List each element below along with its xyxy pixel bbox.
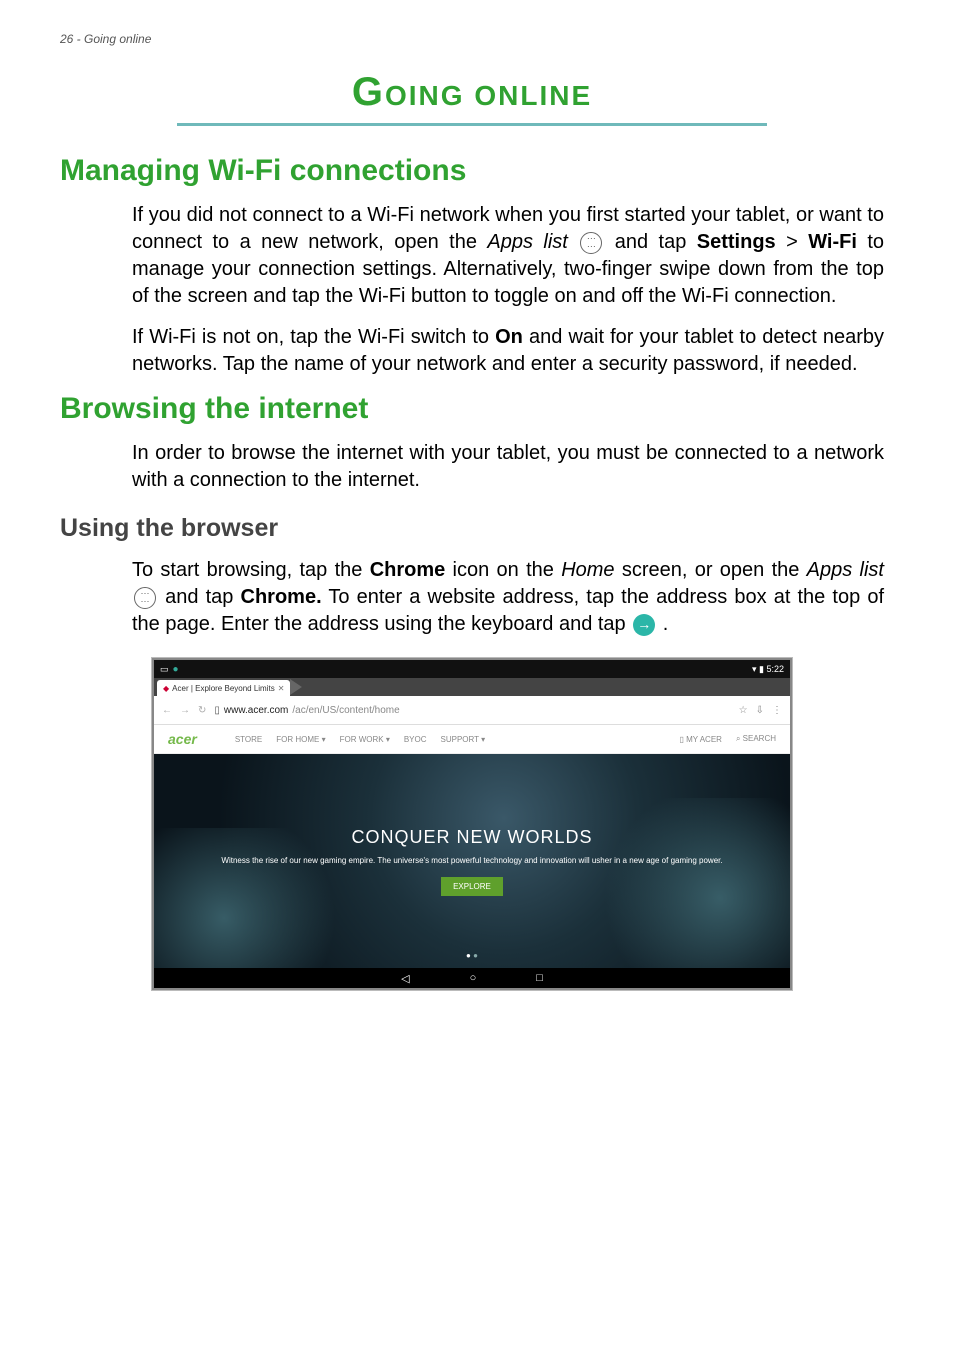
status-time: 5:22 — [766, 664, 784, 674]
hero-title: CONQUER NEW WORLDS — [351, 827, 592, 848]
chevron-down-icon: ▾ — [481, 735, 485, 744]
wifi-paragraph-1: If you did not connect to a Wi-Fi networ… — [132, 202, 884, 310]
nav-search[interactable]: ⌕ SEARCH — [736, 734, 776, 744]
nav-recent-icon[interactable]: □ — [536, 972, 543, 984]
carousel-dots[interactable]: ● ● — [154, 951, 790, 960]
hero-banner: CONQUER NEW WORLDS Witness the rise of o… — [154, 754, 790, 968]
menu-icon[interactable]: ⋮ — [772, 705, 782, 716]
wifi-body: If you did not connect to a Wi-Fi networ… — [132, 202, 884, 378]
address-bar[interactable]: ▯ www.acer.com/ac/en/US/content/home — [214, 705, 730, 716]
reload-icon[interactable]: ↻ — [198, 705, 206, 716]
nav-my-acer[interactable]: ▯ MY ACER — [679, 735, 722, 744]
nav-store[interactable]: STORE — [235, 735, 262, 744]
forward-icon[interactable]: → — [180, 705, 190, 716]
document-page: 26 - Going online GOING ONLINE Managing … — [0, 0, 954, 1352]
chevron-down-icon: ▾ — [322, 735, 326, 744]
nav-for-home[interactable]: FOR HOME ▾ — [276, 735, 325, 744]
notification-dot-icon: ● — [173, 664, 179, 675]
browser-tab-strip: ◆ Acer | Explore Beyond Limits ✕ — [154, 678, 790, 696]
chevron-down-icon: ▾ — [386, 735, 390, 744]
browser-tab[interactable]: ◆ Acer | Explore Beyond Limits ✕ — [157, 680, 290, 696]
back-icon[interactable]: ← — [162, 705, 172, 716]
nav-support[interactable]: SUPPORT ▾ — [441, 735, 486, 744]
apps-list-icon — [134, 587, 156, 609]
favicon-icon: ◆ — [163, 684, 169, 693]
section-wifi-title: Managing Wi-Fi connections — [60, 154, 884, 188]
tab-title: Acer | Explore Beyond Limits — [172, 684, 275, 693]
close-tab-icon[interactable]: ✕ — [278, 684, 285, 693]
subsection-browser-title: Using the browser — [60, 514, 884, 543]
nav-byoc[interactable]: BYOC — [404, 735, 427, 744]
battery-icon: ▮ — [759, 664, 764, 674]
browse-body: In order to browse the internet with you… — [132, 440, 884, 494]
new-tab-button[interactable] — [290, 679, 302, 695]
site-logo[interactable]: acer — [168, 731, 197, 747]
title-rule — [177, 123, 767, 126]
hero-cta-button[interactable]: EXPLORE — [441, 877, 503, 896]
browser-toolbar: ← → ↻ ▯ www.acer.com/ac/en/US/content/ho… — [154, 696, 790, 725]
wifi-paragraph-2: If Wi-Fi is not on, tap the Wi-Fi switch… — [132, 324, 884, 378]
hero-subtitle: Witness the rise of our new gaming empir… — [221, 856, 722, 865]
nav-for-work[interactable]: FOR WORK ▾ — [340, 735, 390, 744]
wifi-icon: ▾ — [752, 664, 757, 674]
browser-screenshot: ▭ ● ▾ ▮ 5:22 ◆ Acer | Explore Beyond Lim… — [152, 658, 792, 990]
page-icon: ▯ — [214, 705, 220, 716]
browse-paragraph-1: In order to browse the internet with you… — [132, 440, 884, 494]
bookmark-star-icon[interactable]: ☆ — [739, 705, 748, 716]
android-nav-bar: ◁ ○ □ — [154, 968, 790, 988]
browser-body: To start browsing, tap the Chrome icon o… — [132, 557, 884, 638]
notification-icon: ▭ — [160, 664, 169, 675]
nav-home-icon[interactable]: ○ — [470, 972, 477, 984]
go-arrow-icon: → — [633, 614, 655, 636]
apps-list-icon — [580, 232, 602, 254]
section-browse-title: Browsing the internet — [60, 392, 884, 426]
browser-paragraph-1: To start browsing, tap the Chrome icon o… — [132, 557, 884, 638]
page-header: 26 - Going online — [60, 32, 884, 46]
mic-icon[interactable]: ⇩ — [756, 705, 764, 716]
site-nav: acer STORE FOR HOME ▾ FOR WORK ▾ BYOC SU… — [154, 725, 790, 754]
main-title: GOING ONLINE — [60, 70, 884, 115]
nav-back-icon[interactable]: ◁ — [401, 972, 409, 985]
android-status-bar: ▭ ● ▾ ▮ 5:22 — [154, 660, 790, 678]
